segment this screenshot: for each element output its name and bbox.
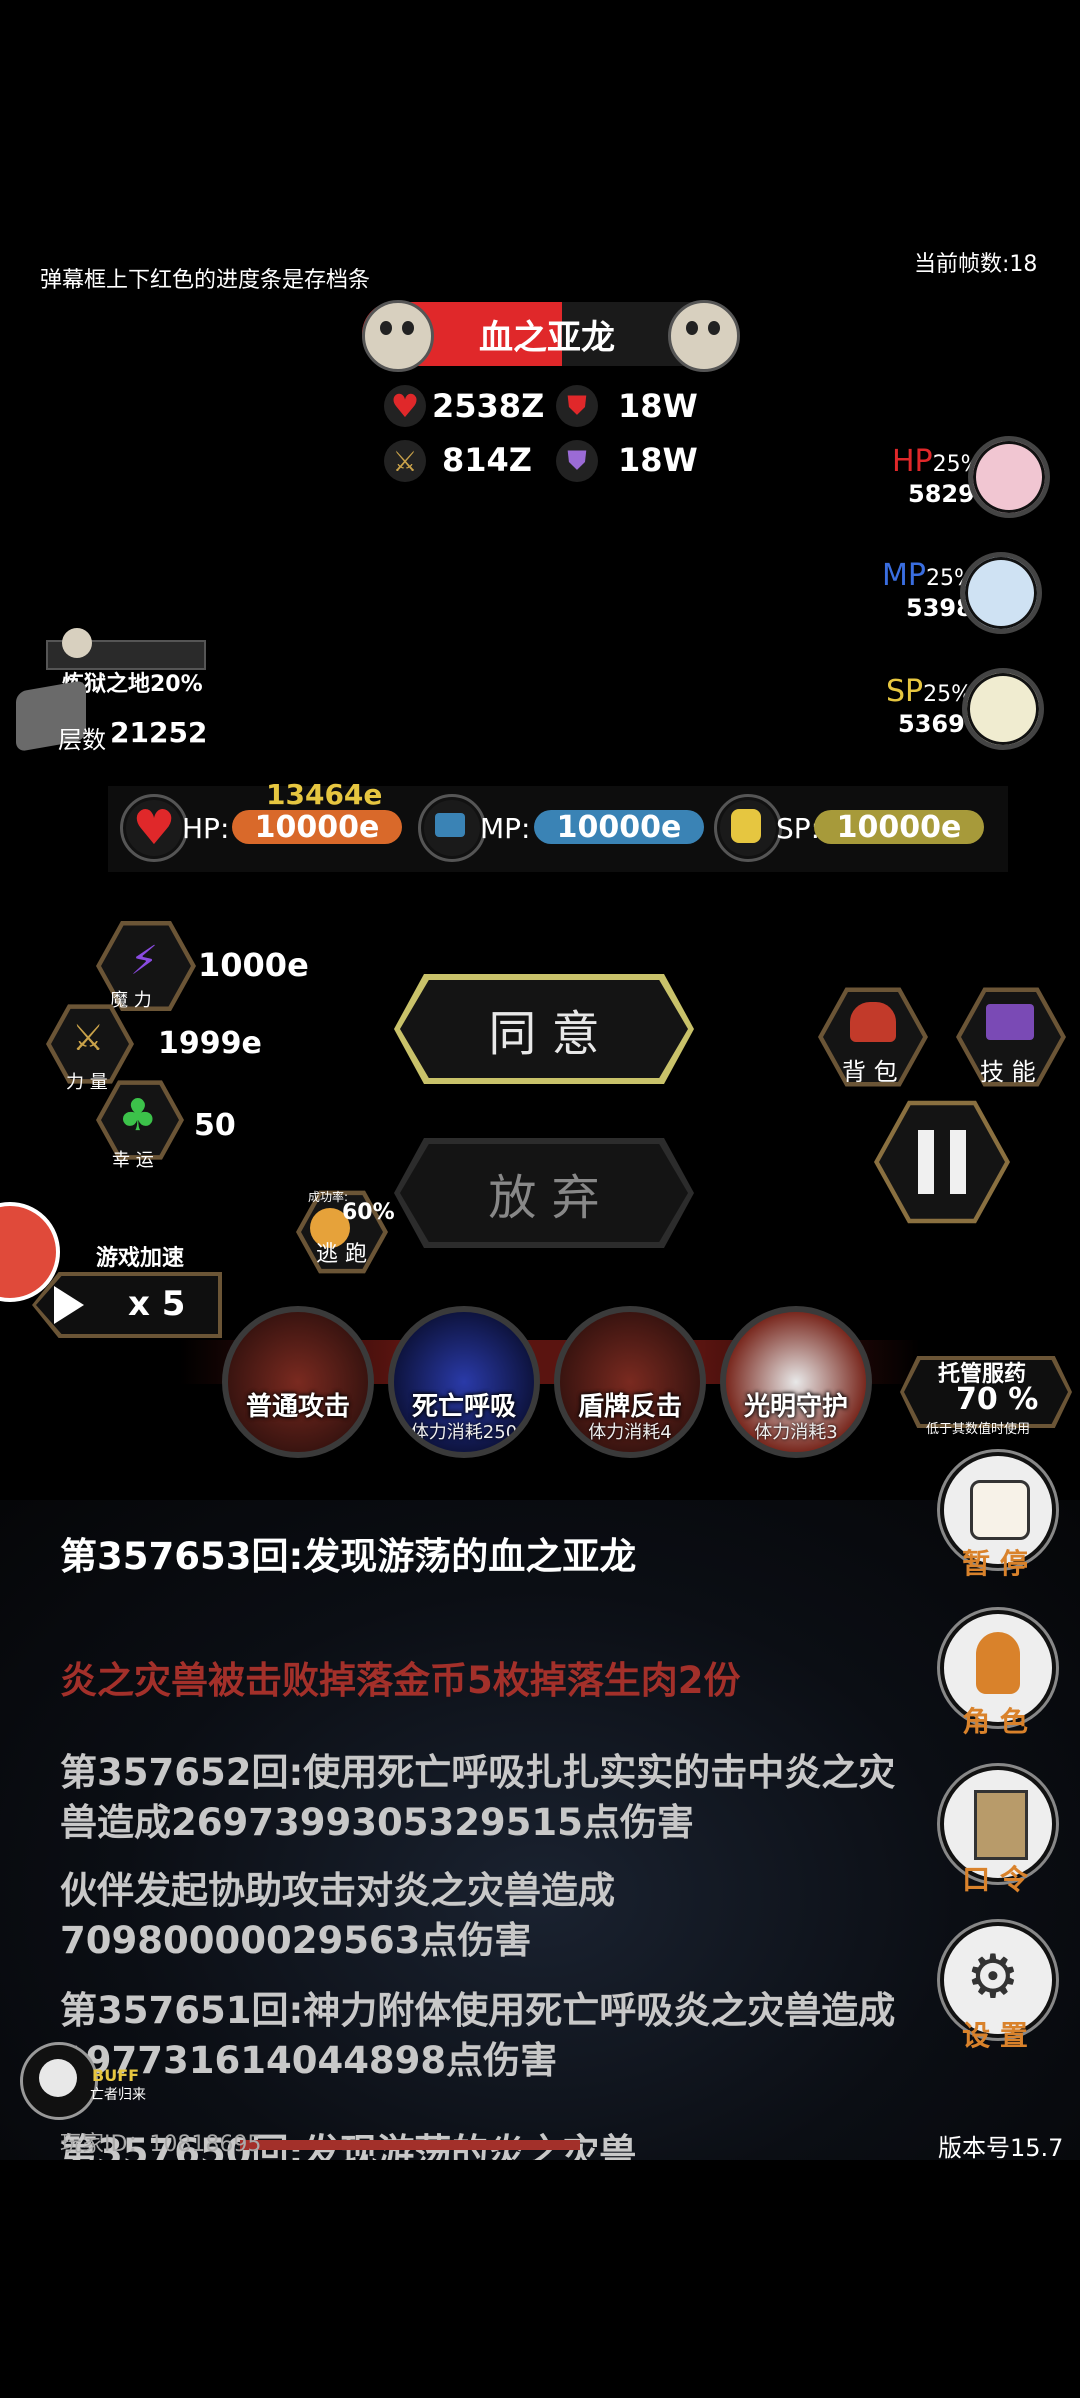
buff-name: 亡者归来	[90, 2087, 146, 2103]
hp-overflow: 13464e	[266, 778, 383, 811]
skill-name: 普通攻击	[245, 1392, 350, 1422]
hood-icon	[976, 1632, 1020, 1694]
boss-atk-stat: 814Z	[442, 441, 532, 479]
skills-label: 技 能	[980, 1058, 1036, 1086]
mp-bar: 10000e	[534, 810, 704, 845]
boss-def-stat: 18W	[618, 387, 698, 425]
skull-icon	[362, 300, 434, 372]
escape-rate: 60%	[342, 1200, 395, 1225]
magic-label: 魔 力	[110, 990, 152, 1011]
magic-shield-icon: ⛊	[556, 440, 598, 482]
auto-potion-note: 低于其数值时使用	[926, 1422, 1031, 1437]
abandon-label: 放 弃	[400, 1144, 688, 1242]
player-id: 玩家ID：10818695	[60, 2132, 262, 2157]
speed-value: x 5	[128, 1284, 186, 1324]
buff-skull-icon[interactable]	[20, 2042, 98, 2120]
pause-icon	[918, 1130, 934, 1194]
sword-icon: ⚔	[384, 440, 426, 482]
magic-value: 1000e	[198, 946, 309, 984]
save-progress-bar	[240, 2140, 580, 2150]
agree-button[interactable]: 同 意	[394, 974, 694, 1084]
hp-potion-count: 5829	[908, 480, 975, 508]
log-entry: 第357651回:神力附体使用死亡呼吸炎之灾兽造成197731614044898…	[60, 1989, 896, 2082]
bag-label: 背 包	[842, 1058, 898, 1086]
skull-icon	[668, 300, 740, 372]
sp-potion-icon[interactable]	[962, 668, 1044, 750]
pause-label: 暂 停	[962, 1547, 1028, 1580]
heart-icon: ♥	[120, 794, 188, 862]
skill-shield-counter[interactable]: 盾牌反击 体力消耗4	[554, 1306, 706, 1458]
book-icon	[986, 1004, 1034, 1040]
play-icon	[54, 1286, 84, 1324]
speed-button[interactable]: x 5	[32, 1272, 222, 1338]
version: 版本号15.7	[938, 2134, 1064, 2162]
hp-bar: 10000e	[232, 810, 402, 845]
gear-icon: ⚙	[966, 1942, 1020, 2012]
skill-death-breath[interactable]: 死亡呼吸 体力消耗250	[388, 1306, 540, 1458]
pause-game-button[interactable]	[874, 1100, 1010, 1224]
skill-cost: 体力消耗4	[588, 1422, 672, 1443]
save-bar-hint: 弹幕框上下红色的进度条是存档条	[40, 268, 371, 293]
escape-label: 逃 跑	[316, 1242, 367, 1267]
power-label: 力 量	[66, 1072, 108, 1093]
boss-mdef-stat: 18W	[618, 441, 698, 479]
skills-button[interactable]: 技 能	[956, 987, 1066, 1087]
strength-icon	[714, 794, 782, 862]
buff-label: BUFF	[92, 2066, 140, 2085]
auto-potion-value: 70 %	[956, 1382, 1039, 1417]
code-label: 口 令	[962, 1863, 1028, 1896]
sp-potion-count: 5369	[898, 710, 965, 738]
bag-button[interactable]: 背 包	[818, 987, 928, 1087]
dice-icon	[970, 1480, 1030, 1540]
floor-label: 层数	[58, 726, 106, 754]
sp-potion-label: SP25%	[886, 674, 973, 709]
power-value: 1999e	[158, 1026, 262, 1061]
skill-light-guard[interactable]: 光明守护 体力消耗3	[720, 1306, 872, 1458]
shield-icon: ⛊	[556, 385, 598, 427]
skull-icon	[62, 628, 92, 658]
luck-value: 50	[194, 1108, 236, 1143]
floor-value: 21252	[110, 716, 208, 749]
helmet-icon	[850, 1002, 896, 1042]
role-label: 角 色	[962, 1705, 1028, 1738]
mp-potion-icon[interactable]	[960, 552, 1042, 634]
settings-label: 设 置	[962, 2019, 1028, 2052]
skill-cost: 体力消耗250	[410, 1422, 518, 1443]
sp-bar: 10000e	[814, 810, 984, 845]
hp-label: HP:	[182, 812, 230, 845]
log-entry: 第357653回:发现游荡的血之亚龙	[60, 1535, 637, 1578]
boss-hp-stat: 2538Z	[432, 387, 545, 425]
agree-label: 同 意	[400, 980, 688, 1078]
speed-label: 游戏加速	[96, 1246, 185, 1271]
log-entry: 伙伴发起协助攻击对炎之灾兽造成70980000029563点伤害	[60, 1869, 615, 1962]
luck-label: 幸 运	[112, 1150, 154, 1171]
log-entry: 炎之灾兽被击败掉落金币5枚掉落生肉2份	[60, 1659, 741, 1702]
log-entry: 第357652回:使用死亡呼吸扎扎实实的击中炎之灾兽造成269739930532…	[60, 1751, 896, 1844]
game-screen: 弹幕框上下红色的进度条是存档条 当前帧数:18 血之亚龙 ♥ 2538Z ⛊ 1…	[0, 0, 1080, 2162]
hp-potion-icon[interactable]	[968, 436, 1050, 518]
scroll-icon	[974, 1790, 1028, 1860]
mp-label: MP:	[480, 812, 531, 845]
skill-normal-attack[interactable]: 普通攻击	[222, 1306, 374, 1458]
heart-icon: ♥	[384, 385, 426, 427]
mana-icon	[418, 794, 486, 862]
skill-cost: 体力消耗3	[754, 1422, 838, 1443]
abandon-button[interactable]: 放 弃	[394, 1138, 694, 1248]
frame-count: 当前帧数:18	[914, 252, 1038, 277]
